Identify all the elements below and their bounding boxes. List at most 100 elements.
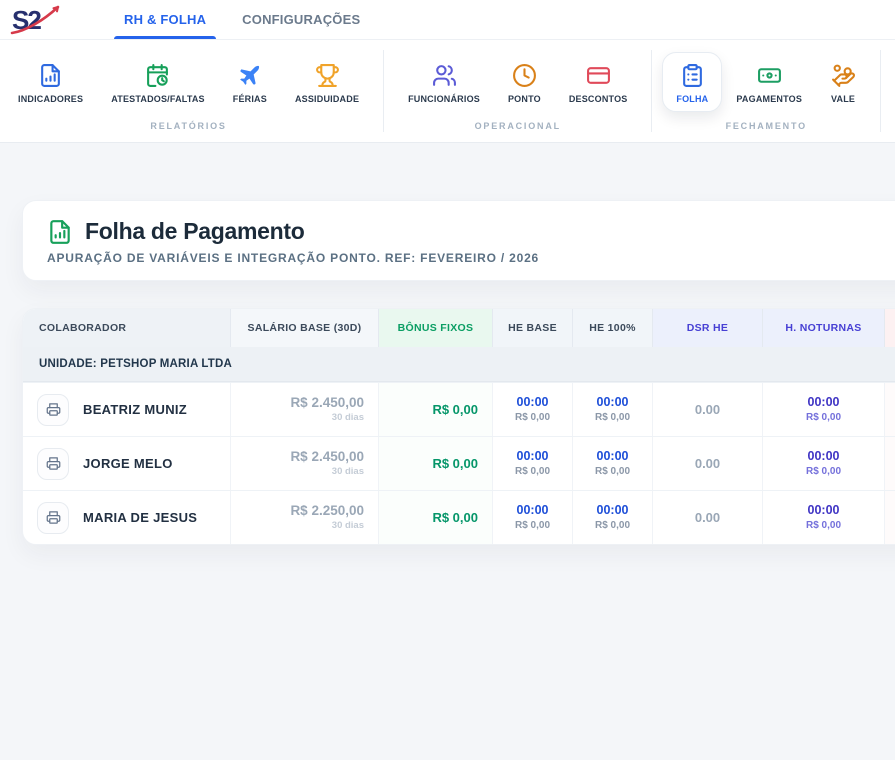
dsr-he-value: 0.00 bbox=[695, 455, 720, 473]
employee-name: BEATRIZ MUNIZ bbox=[83, 401, 187, 419]
toolbar-group-label-relatorios: RELATÓRIOS bbox=[4, 121, 373, 131]
toolbar-item-label: INDICADORES bbox=[18, 94, 83, 104]
he-100-hours: 00:00 bbox=[597, 394, 629, 411]
table-group-row-unidade: UNIDADE: PETSHOP MARIA LTDA bbox=[23, 347, 895, 382]
toolbar-group-fechamento: FOLHA PAGAMENTOS VALE bbox=[662, 40, 870, 142]
bonus-value: R$ 0,00 bbox=[432, 509, 478, 527]
table-row: MARIA DE JESUS R$ 2.250,00 30 dias R$ 0,… bbox=[23, 490, 895, 544]
tab-rh-folha-label: RH & FOLHA bbox=[124, 12, 206, 27]
page-subtitle: APURAÇÃO DE VARIÁVEIS E INTEGRAÇÃO PONTO… bbox=[47, 251, 895, 265]
toolbar-item-atestados-faltas[interactable]: ATESTADOS/FALTAS bbox=[97, 52, 219, 112]
toolbar-group-operacional-items: FUNCIONÁRIOS PONTO DESCONTOS bbox=[394, 52, 641, 112]
table-header-row: COLABORADOR SALÁRIO BASE (30D) BÔNUS FIX… bbox=[23, 309, 895, 347]
toolbar-divider bbox=[880, 50, 881, 132]
column-header-he-100[interactable]: HE 100% bbox=[573, 309, 653, 347]
noturnas-hours: 00:00 bbox=[808, 502, 840, 519]
toolbar-item-label: PAGAMENTOS bbox=[736, 94, 802, 104]
toolbar-item-label: ASSIDUIDADE bbox=[295, 94, 359, 104]
toolbar-group-label-operacional: OPERACIONAL bbox=[394, 121, 641, 131]
users-icon bbox=[431, 62, 457, 88]
toolbar-item-label: PONTO bbox=[508, 94, 541, 104]
s2-logo[interactable]: S2 bbox=[12, 5, 64, 35]
dsr-he-value: 0.00 bbox=[695, 509, 720, 527]
tab-rh-folha[interactable]: RH & FOLHA bbox=[106, 0, 224, 39]
clipboard-icon bbox=[679, 62, 705, 88]
he-base-amount: R$ 0,00 bbox=[515, 519, 550, 533]
print-button[interactable] bbox=[37, 502, 69, 534]
banknote-icon bbox=[756, 62, 782, 88]
column-header-h-noturnas[interactable]: H. NOTURNAS bbox=[763, 309, 885, 347]
hand-coins-icon bbox=[830, 62, 856, 88]
toolbar-item-label: FUNCIONÁRIOS bbox=[408, 94, 480, 104]
he-100-hours: 00:00 bbox=[597, 502, 629, 519]
table-row: JORGE MELO R$ 2.450,00 30 dias R$ 0,00 0… bbox=[23, 436, 895, 490]
column-header-bonus-fixos[interactable]: BÔNUS FIXOS bbox=[379, 309, 493, 347]
tab-configuracoes-label: CONFIGURAÇÕES bbox=[242, 12, 360, 27]
toolbar-item-label: DESCONTOS bbox=[569, 94, 628, 104]
salary-value: R$ 2.450,00 bbox=[290, 448, 364, 466]
bonus-value: R$ 0,00 bbox=[432, 401, 478, 419]
payroll-doc-icon bbox=[47, 219, 73, 245]
toolbar-item-label: ATESTADOS/FALTAS bbox=[111, 94, 205, 104]
page-title: Folha de Pagamento bbox=[85, 218, 305, 245]
toolbar-item-indicadores[interactable]: INDICADORES bbox=[4, 52, 97, 112]
noturnas-amount: R$ 0,00 bbox=[806, 465, 841, 479]
calendar-clock-icon bbox=[145, 62, 171, 88]
toolbar-divider bbox=[651, 50, 652, 132]
he-base-hours: 00:00 bbox=[517, 448, 549, 465]
toolbar-item-label: FÉRIAS bbox=[233, 94, 267, 104]
toolbar-item-ponto[interactable]: PONTO bbox=[494, 52, 555, 112]
salary-value: R$ 2.250,00 bbox=[290, 502, 364, 520]
payroll-table: COLABORADOR SALÁRIO BASE (30D) BÔNUS FIX… bbox=[22, 308, 895, 545]
main-content: Folha de Pagamento APURAÇÃO DE VARIÁVEIS… bbox=[0, 143, 895, 545]
plane-icon bbox=[237, 62, 263, 88]
column-header-he-base[interactable]: HE BASE bbox=[493, 309, 573, 347]
he-100-amount: R$ 0,00 bbox=[595, 411, 630, 425]
toolbar-divider bbox=[383, 50, 384, 132]
bonus-value: R$ 0,00 bbox=[432, 455, 478, 473]
top-navigation-bar: S2 RH & FOLHA CONFIGURAÇÕES bbox=[0, 0, 895, 40]
toolbar-group-relatorios-items: INDICADORES ATESTADOS/FALTAS FÉRIAS bbox=[4, 52, 373, 112]
employee-name: JORGE MELO bbox=[83, 455, 173, 473]
he-100-amount: R$ 0,00 bbox=[595, 465, 630, 479]
toolbar-item-label: FOLHA bbox=[676, 94, 708, 104]
main-tabs: RH & FOLHA CONFIGURAÇÕES bbox=[106, 0, 378, 39]
clock-icon bbox=[511, 62, 537, 88]
salary-value: R$ 2.450,00 bbox=[290, 394, 364, 412]
tab-configuracoes[interactable]: CONFIGURAÇÕES bbox=[224, 0, 378, 39]
trophy-icon bbox=[314, 62, 340, 88]
toolbar-item-assiduidade[interactable]: ASSIDUIDADE bbox=[281, 52, 373, 112]
he-base-amount: R$ 0,00 bbox=[515, 465, 550, 479]
toolbar-item-label: VALE bbox=[831, 94, 855, 104]
column-header-dsr-he[interactable]: DSR HE bbox=[653, 309, 763, 347]
column-header-colaborador[interactable]: COLABORADOR bbox=[23, 309, 231, 347]
column-header-salario-base[interactable]: SALÁRIO BASE (30D) bbox=[231, 309, 379, 347]
credit-card-icon bbox=[585, 62, 611, 88]
he-base-hours: 00:00 bbox=[517, 502, 549, 519]
column-header-extra[interactable] bbox=[885, 309, 895, 347]
print-button[interactable] bbox=[37, 394, 69, 426]
noturnas-amount: R$ 0,00 bbox=[806, 519, 841, 533]
noturnas-hours: 00:00 bbox=[808, 394, 840, 411]
table-row: BEATRIZ MUNIZ R$ 2.450,00 30 dias R$ 0,0… bbox=[23, 382, 895, 436]
he-100-amount: R$ 0,00 bbox=[595, 519, 630, 533]
module-toolbar: INDICADORES ATESTADOS/FALTAS FÉRIAS bbox=[0, 40, 895, 143]
logo-swoosh-icon bbox=[8, 4, 68, 38]
toolbar-item-pagamentos[interactable]: PAGAMENTOS bbox=[722, 52, 816, 112]
toolbar-item-folha[interactable]: FOLHA bbox=[662, 52, 722, 112]
toolbar-item-funcionarios[interactable]: FUNCIONÁRIOS bbox=[394, 52, 494, 112]
toolbar-item-descontos[interactable]: DESCONTOS bbox=[555, 52, 642, 112]
dsr-he-value: 0.00 bbox=[695, 401, 720, 419]
toolbar-item-ferias[interactable]: FÉRIAS bbox=[219, 52, 281, 112]
employee-name: MARIA DE JESUS bbox=[83, 509, 197, 527]
print-button[interactable] bbox=[37, 448, 69, 480]
file-chart-icon bbox=[38, 62, 64, 88]
he-base-hours: 00:00 bbox=[517, 394, 549, 411]
he-100-hours: 00:00 bbox=[597, 448, 629, 465]
toolbar-group-relatorios: INDICADORES ATESTADOS/FALTAS FÉRIAS bbox=[4, 40, 373, 142]
salary-days: 30 dias bbox=[332, 466, 364, 479]
toolbar-item-vale[interactable]: VALE bbox=[816, 52, 870, 112]
toolbar-group-operacional: FUNCIONÁRIOS PONTO DESCONTOS OPERACIONAL bbox=[394, 40, 641, 142]
noturnas-amount: R$ 0,00 bbox=[806, 411, 841, 425]
page-header-card: Folha de Pagamento APURAÇÃO DE VARIÁVEIS… bbox=[22, 200, 895, 281]
